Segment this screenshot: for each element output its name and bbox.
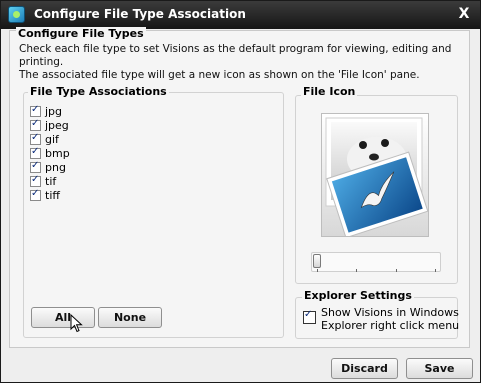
icon-size-slider[interactable] [311,252,441,272]
file-type-label: tif [45,174,57,188]
file-icon-preview [321,113,429,239]
bmp-checkbox[interactable] [30,146,41,159]
slider-tick [435,269,436,272]
slider-tick [396,269,397,272]
discard-button[interactable]: Discard [331,358,398,379]
file-type-label: jpg [45,104,63,118]
all-button[interactable]: All [31,307,95,328]
tiff-checkbox[interactable] [30,188,41,201]
slider-tick [317,269,318,272]
description-line-1: Check each file type to set Visions as t… [19,43,452,68]
file-type-item-jpg[interactable]: jpg [30,104,70,118]
dialog-window: Configure File Type Association X Config… [0,0,481,383]
description-line-2: The associated file type will get a new … [19,69,420,81]
file-type-label: gif [45,132,59,146]
none-button[interactable]: None [98,307,162,328]
file-type-item-gif[interactable]: gif [30,132,70,146]
gif-checkbox[interactable] [30,132,41,145]
visions-app-icon [8,6,25,23]
explorer-label-line-2: Explorer right click menu [321,319,460,332]
icon-size-slider-thumb[interactable] [313,254,321,268]
visions-file-icon [325,117,429,239]
explorer-settings-title: Explorer Settings [302,289,414,302]
file-icon-title: File Icon [301,85,358,98]
explorer-menu-label[interactable]: Show Visions in Windows Explorer right c… [321,306,461,332]
file-type-item-tif[interactable]: tif [30,174,70,188]
file-type-label: bmp [45,146,70,160]
jpeg-checkbox[interactable] [30,118,41,131]
file-type-list: jpg jpeg gif bmp png tif tiff [30,104,70,202]
slider-tick [356,269,357,272]
explorer-label-line-1: Show Visions in Windows [321,306,459,319]
png-checkbox[interactable] [30,160,41,173]
explorer-menu-checkbox[interactable] [303,309,316,324]
close-button[interactable]: X [456,5,472,23]
file-type-label: tiff [45,188,60,202]
file-type-associations-title: File Type Associations [28,85,169,98]
window-title: Configure File Type Association [34,7,246,21]
title-bar[interactable]: Configure File Type Association X [1,1,480,29]
file-type-item-tiff[interactable]: tiff [30,188,70,202]
configure-file-types-title: Configure File Types [16,27,146,40]
file-type-label: png [45,160,66,174]
jpg-checkbox[interactable] [30,104,41,117]
save-button[interactable]: Save [406,358,473,379]
file-type-label: jpeg [45,118,69,132]
configure-description: Check each file type to set Visions as t… [19,43,464,82]
mouse-cursor-icon [70,314,83,333]
tif-checkbox[interactable] [30,174,41,187]
file-type-item-png[interactable]: png [30,160,70,174]
file-type-item-jpeg[interactable]: jpeg [30,118,70,132]
file-type-item-bmp[interactable]: bmp [30,146,70,160]
